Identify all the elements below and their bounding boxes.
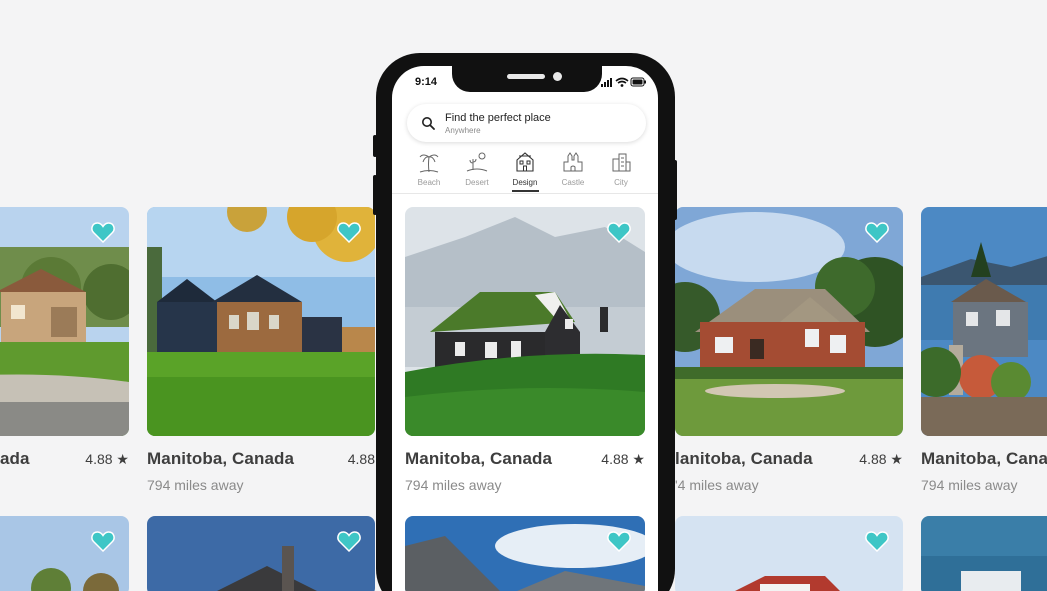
listing-rating: 4.88 — [347, 451, 375, 467]
listing-card[interactable]: ada 4.88 ★ — [0, 207, 129, 496]
listing-photo[interactable] — [921, 207, 1047, 436]
phone-side-button — [673, 160, 677, 220]
tab-design[interactable]: Design — [501, 150, 549, 194]
listing-place: Manitoba, Canada — [405, 449, 553, 468]
listing-card[interactable] — [147, 516, 375, 591]
status-icons — [601, 77, 646, 87]
listing-photo[interactable] — [405, 207, 645, 436]
listing-card[interactable] — [405, 516, 645, 591]
battery-icon — [630, 77, 646, 87]
listing-photo[interactable] — [0, 207, 129, 436]
house-photo — [0, 516, 129, 591]
tab-label: Castle — [561, 178, 585, 187]
tab-beach[interactable]: Beach — [405, 150, 453, 194]
favorite-heart-icon[interactable] — [607, 530, 631, 552]
tab-label: Beach — [417, 178, 441, 187]
listing-card[interactable] — [921, 516, 1047, 591]
palm-tree-icon — [419, 154, 439, 173]
desert-icon — [466, 152, 488, 172]
listing-distance: '4 miles away — [675, 477, 759, 493]
wifi-icon — [615, 77, 629, 87]
listing-place: lanitoba, Canada — [675, 449, 813, 468]
listing-distance: 794 miles away — [921, 477, 1018, 493]
favorite-heart-icon[interactable] — [607, 221, 631, 243]
listing-place: Manitoba, Canad — [921, 449, 1047, 468]
listing-distance: 794 miles away — [405, 477, 502, 493]
phone-side-button — [373, 175, 377, 215]
stage: ada 4.88 ★ Manitoba, Canada 4.88 794 mil… — [0, 0, 1047, 591]
listing-photo[interactable] — [921, 516, 1047, 591]
listing-photo[interactable] — [675, 516, 903, 591]
tab-city[interactable]: City — [597, 150, 645, 194]
castle-icon — [563, 152, 583, 172]
coastal-house-photo — [921, 516, 1047, 591]
listing-photo[interactable] — [0, 516, 129, 591]
tab-label: Design — [512, 178, 538, 187]
search-icon — [422, 117, 435, 130]
listing-card[interactable] — [675, 516, 903, 591]
search-subtitle: Anywhere — [445, 126, 481, 135]
tab-castle[interactable]: Castle — [549, 150, 597, 194]
active-tab-indicator — [512, 190, 539, 192]
divider — [392, 193, 658, 194]
signal-icon — [601, 78, 612, 87]
listing-card[interactable]: Manitoba, Canada 4.88 794 miles away — [147, 207, 375, 496]
phone-speaker — [507, 74, 545, 79]
tab-label: City — [614, 178, 628, 187]
listing-card[interactable]: Manitoba, Canad 794 miles away — [921, 207, 1047, 496]
phone-side-button — [373, 135, 377, 157]
lake-house-photo — [921, 207, 1047, 436]
listing-rating: 4.88 ★ — [85, 451, 129, 467]
favorite-heart-icon[interactable] — [865, 221, 889, 243]
search-bar[interactable]: Find the perfect place Anywhere — [407, 104, 646, 142]
listing-distance: 794 miles away — [147, 477, 244, 493]
listing-card[interactable] — [0, 516, 129, 591]
favorite-heart-icon[interactable] — [91, 221, 115, 243]
listing-rating: 4.88 ★ — [601, 451, 645, 467]
tab-desert[interactable]: Desert — [453, 150, 501, 194]
listing-card[interactable]: lanitoba, Canada 4.88 ★ '4 miles away — [675, 207, 903, 496]
listing-photo[interactable] — [147, 516, 375, 591]
listing-rating: 4.88 ★ — [859, 451, 903, 467]
listing-place: ada — [0, 449, 30, 468]
listing-photo[interactable] — [675, 207, 903, 436]
stone-house-photo — [147, 516, 375, 591]
category-tabs: Beach Desert Design Castle City — [405, 150, 645, 194]
featured-listing-card[interactable]: Manitoba, Canada 4.88 ★ 794 miles away — [405, 207, 645, 496]
search-title: Find the perfect place — [445, 112, 551, 124]
design-house-icon — [516, 152, 534, 172]
listing-place: Manitoba, Canada — [147, 449, 295, 468]
tab-label: Desert — [465, 178, 489, 187]
favorite-heart-icon[interactable] — [865, 530, 889, 552]
favorite-heart-icon[interactable] — [337, 221, 361, 243]
status-time: 9:14 — [415, 76, 438, 88]
red-roof-house-photo — [675, 516, 903, 591]
favorite-heart-icon[interactable] — [91, 530, 115, 552]
favorite-heart-icon[interactable] — [337, 530, 361, 552]
phone-camera — [553, 72, 562, 81]
city-icon — [612, 153, 631, 172]
mountain-lake-photo — [405, 516, 645, 591]
listing-photo[interactable] — [147, 207, 375, 436]
